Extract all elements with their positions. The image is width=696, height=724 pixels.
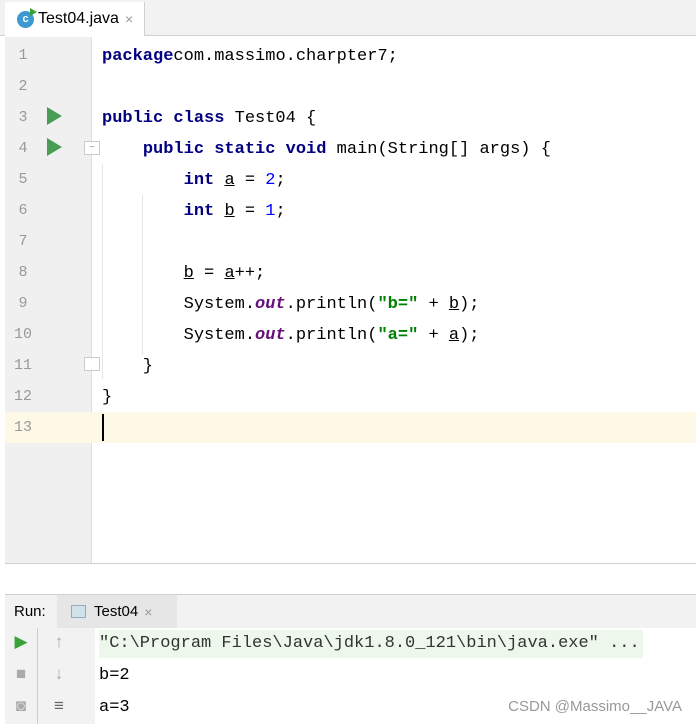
code-token: } (102, 357, 154, 376)
code-line: System.out.println("a=" + a); (102, 320, 480, 351)
close-tab-icon[interactable]: × (125, 11, 133, 27)
up-arrow-icon[interactable]: ↑ (49, 632, 69, 652)
code-token: 2 (265, 171, 276, 190)
code-line: int b = 1; (102, 196, 286, 227)
code-token: int (183, 171, 215, 190)
line-number: 5 (18, 171, 28, 188)
line-number: 3 (18, 109, 28, 126)
down-arrow-icon[interactable]: ↓ (49, 664, 69, 684)
code-token: out (255, 326, 286, 345)
code-line: } (102, 351, 153, 382)
code-token: System. (102, 326, 256, 345)
line-number: 12 (13, 388, 32, 405)
code-token: = (193, 264, 225, 283)
code-token: package (102, 47, 174, 66)
code-line: } (102, 382, 112, 413)
code-token: ; (275, 202, 286, 221)
code-line: public static void main(String[] args) { (102, 134, 551, 165)
line-number: 9 (18, 295, 28, 312)
editor-tab-bar: c Test04.java × (0, 0, 696, 36)
code-token: } (102, 388, 113, 407)
console-line: b=2 (99, 666, 130, 685)
code-token: .println( (285, 326, 378, 345)
code-token: ); (459, 295, 480, 314)
code-token: out (255, 295, 286, 314)
code-token: public static void (142, 140, 327, 159)
console-line: a=3 (99, 698, 130, 717)
line-number: 10 (13, 326, 32, 343)
code-token: + (418, 326, 449, 345)
code-token: com.massimo.charpter7; (173, 47, 398, 66)
code-token: a (224, 171, 235, 190)
code-line: int a = 2; (102, 165, 286, 196)
code-token: ++; (234, 264, 266, 283)
code-line: public class Test04 { (102, 103, 316, 134)
run-tab[interactable]: Test04 × (57, 595, 177, 628)
code-token: main(String[] args) { (326, 140, 551, 159)
fold-icon[interactable]: − (84, 141, 100, 155)
line-number: 4 (18, 140, 28, 157)
code-token: .println( (285, 295, 378, 314)
run-panel: Run: Test04 × ▶ ↑ ■ ↓ ◙ ≡ "C:\Program Fi… (5, 563, 696, 724)
code-line: System.out.println("b=" + b); (102, 289, 480, 320)
code-token: "b=" (377, 295, 419, 314)
run-label: Run: (14, 603, 46, 620)
line-number: 13 (13, 419, 32, 436)
console-command-line: "C:\Program Files\Java\jdk1.8.0_121\bin\… (99, 630, 643, 658)
watermark: CSDN @Massimo__JAVA (508, 698, 682, 715)
run-toolbar: ▶ ↑ ■ ↓ ◙ ≡ (5, 628, 95, 724)
line-number: 8 (18, 264, 28, 281)
file-tab-label: Test04.java (38, 10, 119, 27)
rerun-icon[interactable]: ▶ (11, 632, 31, 652)
current-line-highlight (5, 412, 696, 443)
code-token: + (418, 295, 449, 314)
fold-end-icon[interactable] (84, 357, 100, 371)
code-token: b (183, 264, 194, 283)
code-token: System. (102, 295, 256, 314)
java-class-icon: c (17, 7, 37, 28)
line-number: 11 (13, 357, 32, 374)
code-token: int (183, 202, 215, 221)
console-icon (71, 605, 86, 618)
code-token: = (234, 202, 266, 221)
code-token: 1 (265, 202, 276, 221)
run-class-icon[interactable] (47, 107, 62, 125)
code-token: "a=" (377, 326, 419, 345)
code-token: b (224, 202, 235, 221)
code-token: a (448, 326, 460, 345)
line-number: 1 (18, 47, 28, 64)
code-token: ); (459, 326, 480, 345)
code-token: b (448, 295, 460, 314)
run-header: Run: Test04 × (5, 594, 696, 628)
text-cursor (102, 414, 104, 441)
code-token: ; (275, 171, 286, 190)
code-token: = (234, 171, 266, 190)
code-token: a (224, 264, 235, 283)
close-run-tab-icon[interactable]: × (144, 604, 152, 620)
line-number: 2 (18, 78, 28, 95)
run-tab-label: Test04 (94, 603, 139, 620)
code-token: Test04 (224, 109, 307, 128)
soft-wrap-icon[interactable]: ≡ (49, 696, 69, 716)
stop-icon[interactable]: ■ (11, 664, 31, 684)
code-line: b = a++; (102, 258, 266, 289)
run-main-icon[interactable] (47, 138, 62, 156)
file-tab[interactable]: c Test04.java × (5, 2, 145, 36)
line-number: 7 (18, 233, 28, 250)
code-token: { (306, 109, 317, 128)
camera-icon[interactable]: ◙ (11, 696, 31, 716)
code-line: packagecom.massimo.charpter7; (102, 41, 398, 72)
line-number: 6 (18, 202, 28, 219)
code-token: public class (102, 109, 225, 128)
